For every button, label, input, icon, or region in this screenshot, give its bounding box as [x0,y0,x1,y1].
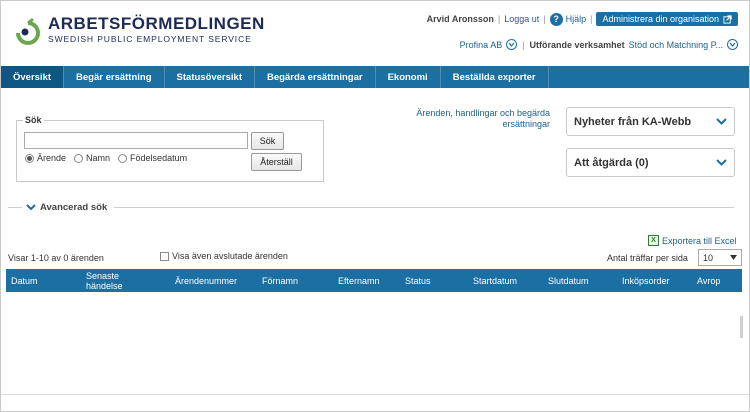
radio-label: Ärende [37,153,67,163]
column-header-avrop[interactable]: Avrop [697,269,720,292]
chevron-down-icon [716,159,727,166]
column-header-status[interactable]: Status [405,269,431,292]
org-bar: Profina AB | Utförande verksamhet Stöd o… [460,39,738,50]
nav-item-bestallda-exporter[interactable]: Beställda exporter [441,66,549,88]
divider [8,207,22,208]
admin-button-label: Administrera din organisation [602,14,719,24]
logo-name: ARBETSFÖRMEDLINGEN [48,14,265,33]
checkbox[interactable] [160,251,169,261]
reset-button[interactable]: Återställ [251,153,302,171]
logout-link[interactable]: Logga ut [504,14,539,24]
nav-item-oversikt[interactable]: Översikt [1,66,65,88]
app-frame [0,0,750,412]
column-header-startdatum[interactable]: Startdatum [473,269,517,292]
exec-label: Utförande verksamhet [529,39,625,50]
external-link-icon [723,14,732,24]
search-button[interactable]: Sök [251,132,284,150]
radio-label: Födelsedatum [130,153,188,163]
column-header-arendenummer[interactable]: Ärendenummer [175,269,237,292]
per-page-value: 10 [703,252,714,263]
export-label: Exportera till Excel [662,235,737,246]
user-name: Arvid Aronsson [426,14,494,24]
per-page-select[interactable]: 10 [698,249,742,266]
search-fieldset: Sök Sök Ärende Namn Födelsedatum Återstä… [16,115,324,182]
divider [1,394,749,395]
separator: | [543,14,546,24]
radio-button[interactable] [74,153,84,163]
exec-select[interactable]: Stöd och Matchning P... [629,40,723,50]
excel-icon: X [648,235,659,246]
search-legend: Sök [23,115,44,125]
radio-namn[interactable]: Namn [74,153,110,163]
main-nav: Översikt Begär ersättning Statusöversikt… [1,66,749,88]
user-bar: Arvid Aronsson | Logga ut | ? Hjälp | Ad… [427,12,738,26]
divider [114,207,734,208]
help-icon[interactable]: ? [549,12,563,26]
column-header-efternamn[interactable]: Efternamn [338,269,380,292]
separator: | [590,14,593,24]
chevron-down-icon[interactable] [506,39,518,50]
advanced-search-toggle[interactable]: Avancerad sök [26,202,107,213]
radio-button[interactable] [25,153,34,163]
radio-button[interactable] [118,153,128,163]
org-select[interactable]: Profina AB [460,40,503,50]
per-page-label: Antal träffar per sida [607,253,688,263]
nav-item-statusoversikt[interactable]: Statusöversikt [165,66,256,88]
column-header-fornamn[interactable]: Förnamn [262,269,298,292]
logo[interactable]: ARBETSFÖRMEDLINGEN SWEDISH PUBLIC EMPLOY… [14,15,265,45]
advanced-search-label: Avancerad sök [40,202,108,213]
logo-tagline: SWEDISH PUBLIC EMPLOYMENT SERVICE [48,34,252,44]
show-closed-label: Visa även avslutade ärenden [172,251,288,261]
nav-item-ekonomi[interactable]: Ekonomi [376,66,441,88]
actions-panel[interactable]: Att åtgärda (0) [566,148,735,177]
results-count: Visar 1-10 av 0 ärenden [8,253,104,263]
results-table-header: Datum Senaste händelse Ärendenummer Förn… [6,269,742,292]
radio-arende[interactable]: Ärende [25,153,66,163]
af-logo-icon [16,17,40,45]
nav-item-begarda-ersattningar[interactable]: Begärda ersättningar [255,66,376,88]
radio-label: Namn [86,153,111,163]
separator: | [497,14,501,24]
actions-panel-title: Att åtgärda (0) [574,156,649,169]
column-header-datum[interactable]: Datum [11,269,38,292]
admin-button[interactable]: Administrera din organisation [596,12,738,26]
help-link[interactable]: Hjälp [566,14,587,24]
nav-item-begar-ersattning[interactable]: Begär ersättning [64,66,165,88]
caret-down-icon [730,255,737,260]
export-excel-link[interactable]: X Exportera till Excel [648,235,737,246]
chevron-down-icon[interactable] [727,39,738,50]
chevron-down-icon [26,204,36,211]
chevron-down-icon [716,118,727,125]
news-panel-title: Nyheter från KA-Webb [574,115,692,128]
column-header-slutdatum[interactable]: Slutdatum [548,269,589,292]
show-closed-checkbox[interactable]: Visa även avslutade ärenden [160,251,288,261]
column-header-inkopsorder[interactable]: Inköpsorder [622,269,670,292]
separator: | [522,39,525,50]
news-panel[interactable]: Nyheter från KA-Webb [566,107,735,136]
column-header-senaste-handelse[interactable]: Senaste händelse [86,269,136,292]
cases-link[interactable]: Ärenden, handlingar och begärda ersättni… [380,108,550,130]
search-input[interactable] [24,132,248,149]
search-type-radios: Ärende Namn Födelsedatum [25,153,187,163]
radio-fodelsedatum[interactable]: Födelsedatum [118,153,187,163]
scrollbar[interactable] [740,316,743,338]
